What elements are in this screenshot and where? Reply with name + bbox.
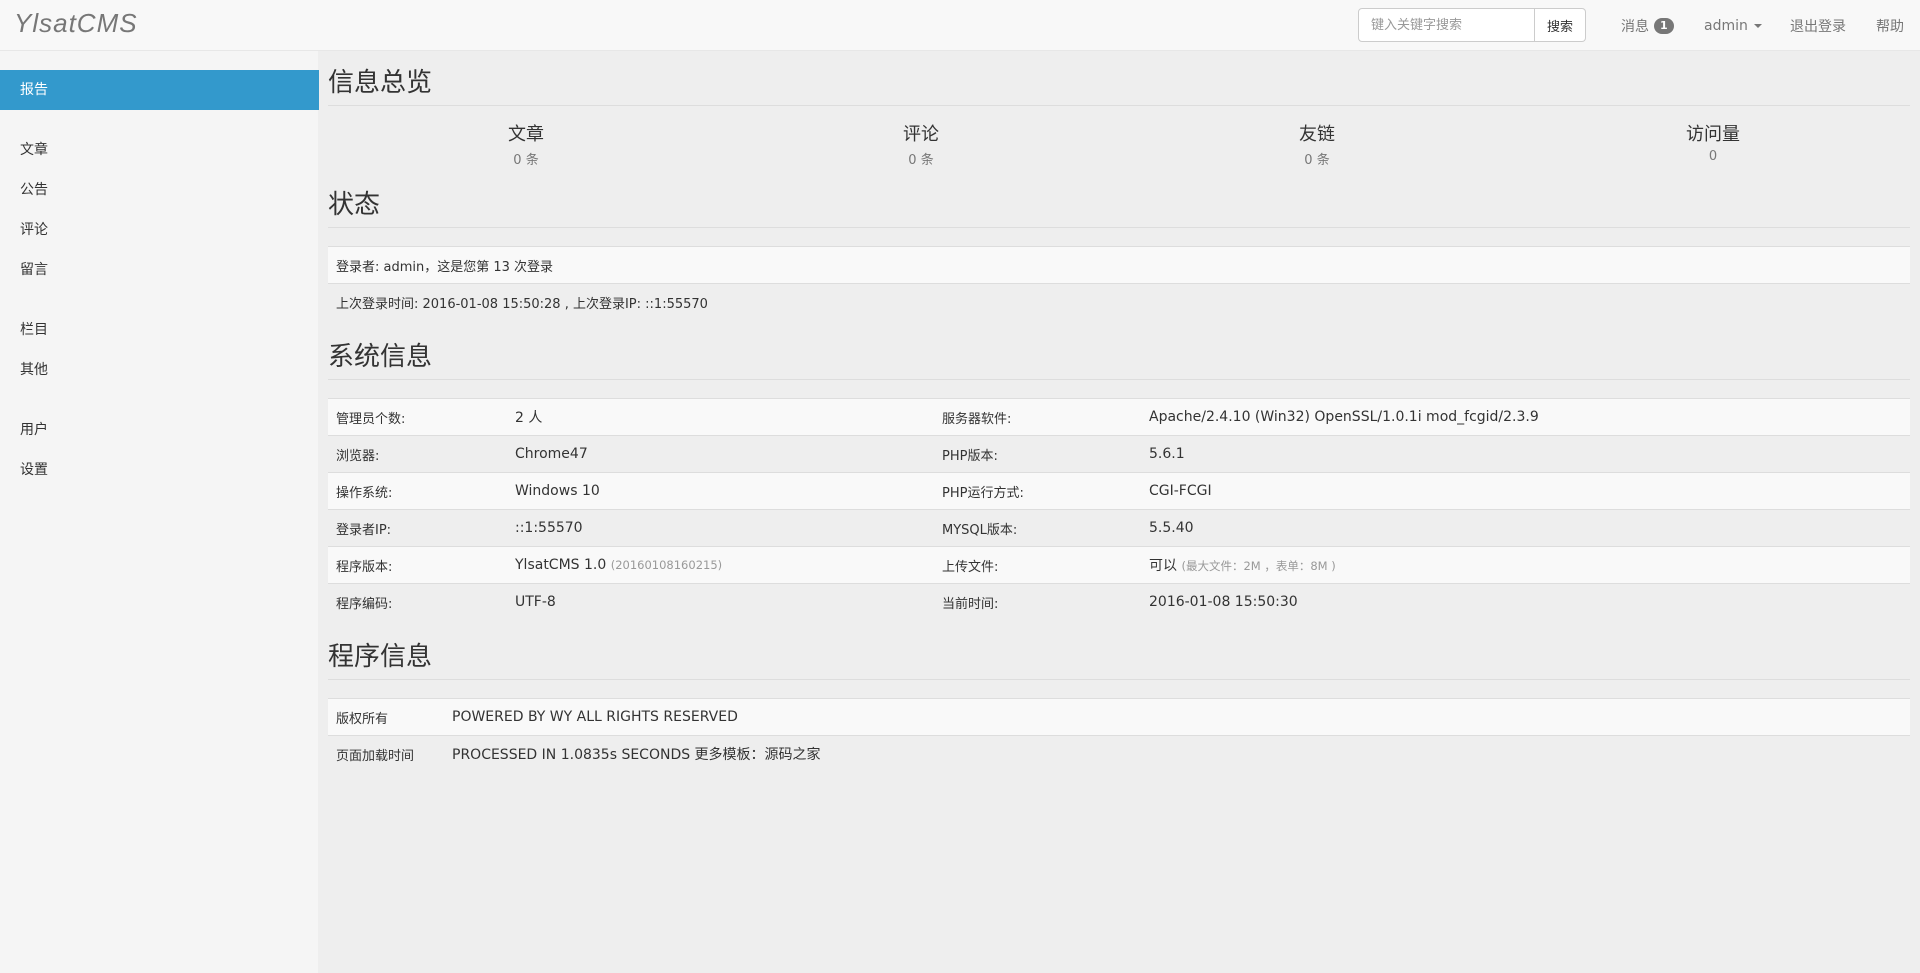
value-cell: 2 人 (507, 398, 934, 436)
main-content: 信息总览 文章 0 条 评论 0 条 友链 0 条 访问量 0 状态 登录者: … (319, 51, 1920, 973)
logout-label: 退出登录 (1790, 18, 1846, 35)
sidebar-item-label: 其他 (20, 362, 48, 378)
status-table: 登录者: admin，这是您第 13 次登录 上次登录时间: 2016-01-0… (328, 246, 1910, 320)
messages-count-badge: 1 (1654, 17, 1674, 34)
sidebar-item-settings[interactable]: 设置 (0, 450, 319, 490)
sidebar-item-label: 留言 (20, 262, 48, 278)
overview-visits: 访问量 0 (1613, 120, 1813, 164)
value-cell: PROCESSED IN 1.0835s SECONDS 更多模板：源码之家 (444, 735, 1910, 772)
status-last-login: 上次登录时间: 2016-01-08 15:50:28 , 上次登录IP: ::… (328, 283, 1910, 320)
value-cell: 2016-01-08 15:50:30 (1141, 583, 1910, 620)
messages-link[interactable]: 消息 1 (1621, 0, 1674, 51)
sidebar-item-comments[interactable]: 评论 (0, 210, 319, 250)
brand-logo[interactable]: YlsatCMS (14, 8, 138, 39)
user-label: admin (1704, 17, 1748, 34)
table-row: 程序版本: YlsatCMS 1.0 (20160108160215) 上传文件… (328, 546, 1910, 584)
sidebar-item-label: 评论 (20, 222, 48, 238)
overview-label: 文章 (508, 124, 544, 145)
overview-links: 友链 0 条 (1217, 120, 1417, 168)
table-row: 登录者IP: ::1:55570 MYSQL版本: 5.5.40 (328, 509, 1910, 547)
key-cell: 程序编码: (328, 583, 507, 620)
sidebar-item-other[interactable]: 其他 (0, 350, 319, 390)
sidebar-item-label: 文章 (20, 142, 48, 158)
key-cell: 程序版本: (328, 546, 507, 584)
key-cell: 管理员个数: (328, 398, 507, 436)
sidebar-item-label: 用户 (20, 422, 48, 438)
sidebar-item-label: 公告 (20, 182, 48, 198)
overview-value: 0 条 (1304, 153, 1330, 168)
key-cell: 当前时间: (934, 583, 1141, 620)
system-info-table: 管理员个数: 2 人 服务器软件: Apache/2.4.10 (Win32) … (328, 398, 1910, 620)
key-cell: 上传文件: (934, 546, 1141, 584)
table-row: 版权所有 POWERED BY WY ALL RIGHTS RESERVED (328, 698, 1910, 736)
help-link[interactable]: 帮助 (1876, 0, 1904, 51)
overview-label: 友链 (1299, 124, 1335, 145)
value-cell: Apache/2.4.10 (Win32) OpenSSL/1.0.1i mod… (1141, 398, 1910, 436)
sidebar-item-label: 设置 (20, 462, 48, 478)
table-row: 浏览器: Chrome47 PHP版本: 5.6.1 (328, 435, 1910, 473)
key-cell: MYSQL版本: (934, 509, 1141, 547)
value-cell: Chrome47 (507, 435, 934, 473)
upload-allowed-value: 可以 (1149, 558, 1177, 574)
overview-value: 0 条 (908, 153, 934, 168)
value-cell: ::1:55570 (507, 509, 934, 547)
sidebar: 报告 文章 公告 评论 留言 栏目 其他 用户 设置 (0, 51, 319, 973)
status-login-info: 登录者: admin，这是您第 13 次登录 (328, 246, 1910, 284)
value-cell: POWERED BY WY ALL RIGHTS RESERVED (444, 698, 1910, 736)
upload-limits-note: (最大文件：2M ，表单：8M ) (1181, 559, 1336, 573)
table-row: 管理员个数: 2 人 服务器软件: Apache/2.4.10 (Win32) … (328, 398, 1910, 436)
caret-down-icon (1753, 23, 1762, 28)
table-row: 程序编码: UTF-8 当前时间: 2016-01-08 15:50:30 (328, 583, 1910, 620)
logout-link[interactable]: 退出登录 (1790, 0, 1846, 51)
value-cell: YlsatCMS 1.0 (20160108160215) (507, 546, 934, 584)
value-cell: 5.6.1 (1141, 435, 1910, 473)
table-row: 页面加载时间 PROCESSED IN 1.0835s SECONDS 更多模板… (328, 735, 1910, 772)
search-input[interactable] (1358, 8, 1535, 42)
messages-label: 消息 (1621, 18, 1649, 35)
program-info-title: 程序信息 (328, 636, 1910, 680)
sidebar-item-columns[interactable]: 栏目 (0, 310, 319, 350)
key-cell: 版权所有 (328, 698, 444, 736)
overview-title: 信息总览 (328, 62, 1910, 106)
program-version-value: YlsatCMS 1.0 (515, 557, 607, 573)
overview-value: 0 条 (513, 153, 539, 168)
sidebar-item-users[interactable]: 用户 (0, 410, 319, 450)
overview-value: 0 (1708, 149, 1718, 164)
sidebar-item-guestbook[interactable]: 留言 (0, 250, 319, 290)
value-cell: UTF-8 (507, 583, 934, 620)
sidebar-item-label: 报告 (20, 82, 48, 98)
value-cell: 可以 (最大文件：2M ，表单：8M ) (1141, 546, 1910, 584)
sidebar-item-report[interactable]: 报告 (0, 70, 319, 110)
search-form: 搜索 (1358, 8, 1587, 42)
sidebar-item-label: 栏目 (20, 322, 48, 338)
program-version-build: (20160108160215) (610, 558, 723, 572)
table-row: 登录者: admin，这是您第 13 次登录 (328, 246, 1910, 284)
overview-comments: 评论 0 条 (821, 120, 1021, 168)
table-row: 操作系统: Windows 10 PHP运行方式: CGI-FCGI (328, 472, 1910, 510)
system-info-title: 系统信息 (328, 336, 1910, 380)
key-cell: 服务器软件: (934, 398, 1141, 436)
key-cell: 页面加载时间 (328, 735, 444, 772)
key-cell: 浏览器: (328, 435, 507, 473)
sidebar-item-articles[interactable]: 文章 (0, 130, 319, 170)
status-title: 状态 (328, 184, 1910, 228)
overview-label: 评论 (903, 124, 939, 145)
value-cell: CGI-FCGI (1141, 472, 1910, 510)
table-row: 上次登录时间: 2016-01-08 15:50:28 , 上次登录IP: ::… (328, 283, 1910, 320)
sidebar-item-announcements[interactable]: 公告 (0, 170, 319, 210)
key-cell: 登录者IP: (328, 509, 507, 547)
search-button[interactable]: 搜索 (1535, 8, 1587, 42)
key-cell: PHP版本: (934, 435, 1141, 473)
value-cell: 5.5.40 (1141, 509, 1910, 547)
value-cell: Windows 10 (507, 472, 934, 510)
user-dropdown[interactable]: admin (1704, 0, 1762, 51)
program-info-table: 版权所有 POWERED BY WY ALL RIGHTS RESERVED 页… (328, 698, 1910, 772)
overview-articles: 文章 0 条 (426, 120, 626, 168)
help-label: 帮助 (1876, 18, 1904, 35)
top-navbar: YlsatCMS 搜索 消息 1 admin 退出登录 帮助 (0, 0, 1920, 51)
key-cell: PHP运行方式: (934, 472, 1141, 510)
overview-label: 访问量 (1686, 124, 1740, 145)
key-cell: 操作系统: (328, 472, 507, 510)
